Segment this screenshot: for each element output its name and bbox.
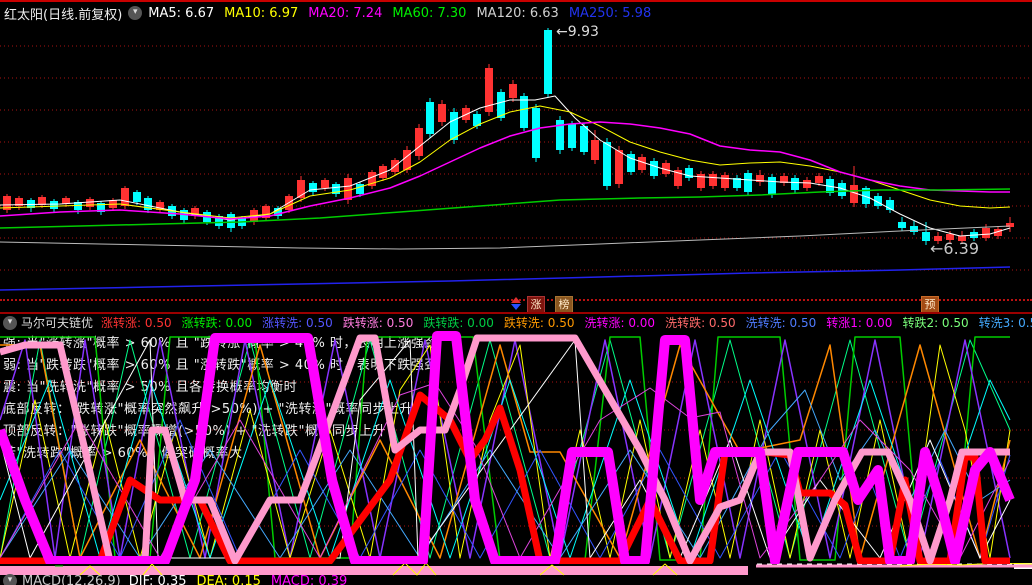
up-down-arrows-icon[interactable] [511, 297, 523, 311]
readout-item: MA120: 6.63 [476, 5, 559, 21]
readout-item: 洗转洗: 0.50 [745, 316, 817, 330]
markov-indicator-chart[interactable] [0, 330, 1032, 564]
readout-item: 涨转洗: 0.50 [262, 316, 333, 330]
readout-item: 洗转涨: 0.00 [584, 316, 656, 330]
readout-item: 转洗3: 0.50 [978, 316, 1032, 330]
trading-app-window: 红太阳(日线.前复权) ▾ MA5: 6.67 MA10: 6.97 MA20: 7… [0, 0, 1032, 585]
board-badge[interactable]: 榜 [555, 296, 573, 313]
svg-text:←6.39: ←6.39 [930, 239, 979, 258]
readout-item: MA60: 7.30 [392, 5, 467, 21]
rise-badge[interactable]: 涨 [527, 296, 545, 313]
indicator-name[interactable]: 马尔可夫链优 [21, 314, 93, 331]
readout-item: 涨转涨: 0.50 [101, 316, 172, 330]
ma-readout-list: MA5: 6.67 MA10: 6.97 MA20: 7.24 MA60: 7.30 M… [148, 6, 661, 21]
macd-readout-list: DIF: 0.35 DEA: 0.15 MACD: 0.39 [129, 574, 358, 585]
readout-item: 洗转跌: 0.50 [665, 316, 736, 330]
readout-item: 转涨1: 0.00 [826, 316, 893, 330]
panel-separator: 涨 榜 预 [0, 296, 1032, 314]
readout-item: DIF: 0.35 [128, 574, 187, 585]
readout-item: 涨转跌: 0.00 [181, 316, 253, 330]
collapse-icon[interactable]: ▾ [3, 574, 17, 585]
readout-item: 跌转涨: 0.50 [342, 316, 414, 330]
readout-item: 跌转洗: 0.50 [503, 316, 575, 330]
readout-item: MA250: 5.98 [568, 5, 652, 21]
readout-item: MA20: 7.24 [308, 5, 383, 21]
readout-item: MA5: 6.67 [148, 5, 215, 21]
indicator-readout-list: 涨转涨: 0.50 涨转跌: 0.00 涨转洗: 0.50 跌转涨: 0.50 跌转跌:… [101, 314, 1032, 331]
readout-item: MA10: 6.97 [224, 5, 299, 21]
collapse-icon[interactable]: ▾ [3, 315, 17, 330]
readout-item: DEA: 0.15 [196, 574, 261, 585]
readout-item: 跌转跌: 0.00 [423, 316, 494, 330]
readout-item: MACD: 0.39 [270, 574, 348, 585]
chevron-down-icon[interactable]: ▾ [128, 6, 143, 20]
macd-header: ▾ MACD(12,26,9) DIF: 0.35 DEA: 0.15 MACD: … [0, 574, 1032, 585]
indicator-header: ▾ 马尔可夫链优 涨转涨: 0.50 涨转跌: 0.00 涨转洗: 0.50 跌转涨:… [0, 314, 1032, 331]
svg-text:←9.93: ←9.93 [556, 24, 599, 40]
title-bar: 红太阳(日线.前复权) ▾ MA5: 6.67 MA10: 6.97 MA20: 7… [0, 0, 1032, 24]
stock-title[interactable]: 红太阳(日线.前复权) [4, 4, 122, 23]
macd-name[interactable]: MACD(12,26,9) [22, 574, 121, 585]
forecast-badge[interactable]: 预 [921, 296, 939, 313]
readout-item: 转跌2: 0.50 [902, 316, 969, 330]
candlestick-chart[interactable]: ←9.93 ←6.39 [0, 22, 1032, 296]
